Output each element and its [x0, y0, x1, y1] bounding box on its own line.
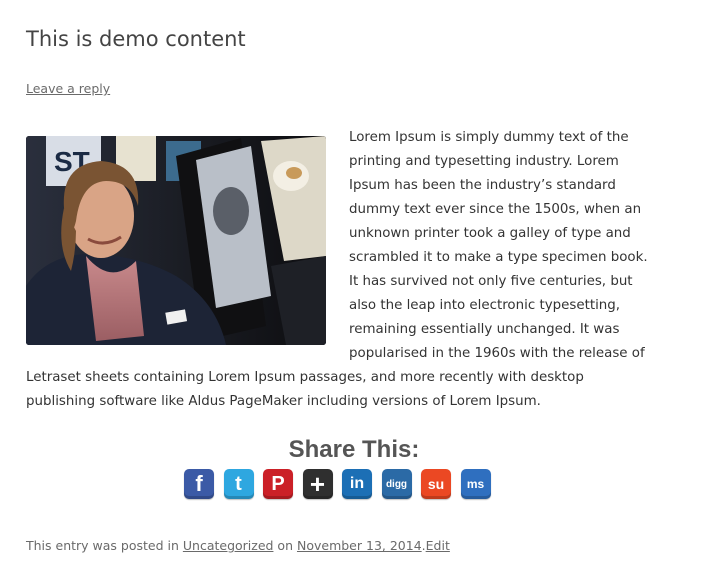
post-featured-image: ST — [26, 136, 326, 345]
edit-link[interactable]: Edit — [426, 538, 450, 553]
linkedin-icon: in — [349, 475, 365, 492]
share-buttons: f t P + in digg su ms — [184, 469, 500, 500]
share-button-digg[interactable]: digg — [381, 469, 412, 499]
post-content: ST Lorem Ipsum is simply dummy text of t… — [26, 126, 656, 414]
entry-meta-prefix: This entry was posted in — [26, 538, 183, 553]
digg-icon: digg — [385, 478, 408, 490]
plus-icon: + — [309, 468, 326, 499]
facebook-icon: f — [195, 471, 203, 496]
share-button-facebook[interactable]: f — [184, 469, 214, 499]
pinterest-icon: P — [271, 472, 285, 495]
leave-reply-link[interactable]: Leave a reply — [26, 81, 110, 96]
share-button-more[interactable]: + — [302, 468, 333, 499]
share-button-twitter[interactable]: t — [223, 469, 254, 499]
stumbleupon-icon: su — [427, 476, 445, 492]
post-date-link[interactable]: November 13, 2014 — [297, 538, 422, 553]
category-link[interactable]: Uncategorized — [183, 538, 274, 553]
share-button-myspace[interactable]: ms — [460, 469, 491, 499]
share-title: Share This: — [288, 436, 420, 463]
share-button-linkedin[interactable]: in — [342, 469, 372, 499]
share-button-pinterest[interactable]: P — [263, 469, 293, 499]
twitter-icon: t — [235, 472, 242, 495]
entry-meta: This entry was posted in Uncategorized o… — [26, 538, 450, 553]
myspace-icon: ms — [466, 477, 485, 491]
share-button-stumbleupon[interactable]: su — [421, 469, 451, 499]
post-title: This is demo content — [26, 27, 246, 51]
entry-meta-on: on — [273, 538, 297, 553]
photo-of-smiling-man: ST — [26, 136, 326, 345]
